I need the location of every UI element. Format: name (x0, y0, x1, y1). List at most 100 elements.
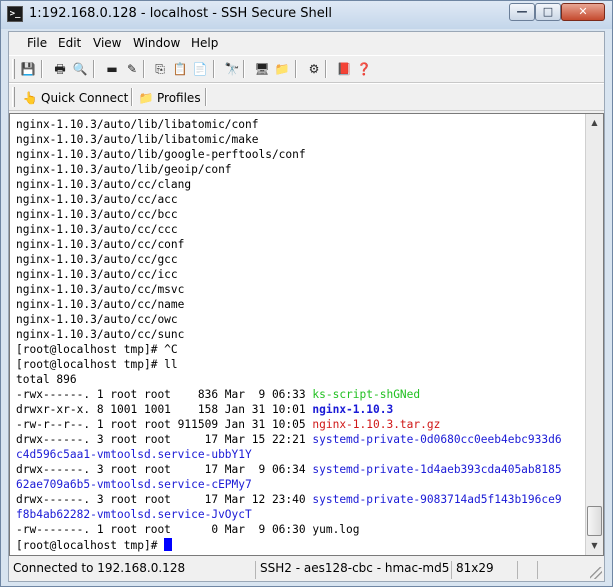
terminal-text: nginx-1.10.3/auto/lib/geoip/conf (16, 163, 232, 176)
new-connection-icon[interactable]: ✎ (123, 60, 141, 78)
toolbar-separator (213, 60, 215, 78)
save-icon[interactable]: 💾 (19, 60, 37, 78)
terminal-text: drwx------. 3 root root 17 Mar 12 23:40 (16, 493, 313, 506)
paste-alt-icon[interactable]: 📄 (191, 60, 209, 78)
toolbar-separator (325, 60, 327, 78)
close-button[interactable]: ✕ (561, 3, 605, 21)
terminal-size-status: 81x29 (451, 561, 517, 579)
terminal-text: nginx-1.10.3/auto/cc/icc (16, 268, 178, 281)
toolbar-separator (41, 60, 43, 78)
find-icon[interactable]: 🔭 (223, 60, 241, 78)
terminal-line: drwx------. 3 root root 17 Mar 15 22:21 … (16, 433, 562, 448)
terminal-line: -rw-r--r--. 1 root root 911509 Jan 31 10… (16, 418, 562, 433)
paste-icon[interactable]: 📋 (171, 60, 189, 78)
resize-grip-icon[interactable] (590, 567, 602, 579)
status-panel-empty-2 (537, 561, 555, 579)
profiles-book-icon[interactable]: 📕 (335, 60, 353, 78)
terminal-text: nginx-1.10.3/auto/cc/gcc (16, 253, 178, 266)
terminal-line: -rw-------. 1 root root 0 Mar 9 06:30 yu… (16, 523, 562, 538)
terminal-text: nginx-1.10.3/auto/cc/acc (16, 193, 178, 206)
terminal-line: nginx-1.10.3/auto/cc/gcc (16, 253, 562, 268)
quickbar-grip[interactable] (12, 87, 15, 107)
terminal-line: nginx-1.10.3/auto/lib/geoip/conf (16, 163, 562, 178)
terminal-line: nginx-1.10.3/auto/cc/bcc (16, 208, 562, 223)
terminal-line: nginx-1.10.3/auto/cc/conf (16, 238, 562, 253)
terminal-line: drwx------. 3 root root 17 Mar 9 06:34 s… (16, 463, 562, 478)
terminal-text: drwx------. 3 root root 17 Mar 9 06:34 (16, 463, 313, 476)
terminal-text: nginx-1.10.3/auto/cc/owc (16, 313, 178, 326)
scroll-thumb[interactable] (587, 506, 602, 536)
terminal-line: nginx-1.10.3/auto/lib/google-perftools/c… (16, 148, 562, 163)
terminal-text: [root@localhost tmp]# (16, 539, 165, 552)
folder-icon: 📁 (138, 91, 154, 105)
quickbar-separator-end (205, 88, 207, 106)
ssh-app-icon: >_ (7, 6, 23, 22)
scroll-up-button[interactable]: ▲ (587, 115, 602, 131)
terminal-text: -rwx------. 1 root root 836 Mar 9 06:33 (16, 388, 313, 401)
status-bar: Connected to 192.168.0.128 SSH2 - aes128… (9, 559, 604, 581)
terminal-text: [root@localhost tmp]# ^C (16, 343, 178, 356)
vertical-scrollbar[interactable]: ▲ ▼ (585, 114, 603, 555)
title-bar[interactable]: >_ 1:192.168.0.128 - localhost - SSH Sec… (1, 1, 612, 29)
menu-view[interactable]: View (93, 36, 121, 50)
terminal-line: nginx-1.10.3/auto/cc/ccc (16, 223, 562, 238)
connection-status: Connected to 192.168.0.128 (13, 561, 186, 575)
terminal-text: systemd-private-0d0680cc0eeb4ebc933d6 (312, 433, 562, 446)
terminal-text: c4d596c5aa1-vmtoolsd.service-ubbY1Y (16, 448, 252, 461)
settings-icon[interactable]: ⚙ (305, 60, 323, 78)
quick-connect-icon: 👆 (22, 91, 38, 105)
profiles-button[interactable]: 📁 Profiles (135, 87, 201, 109)
toolbar-grip[interactable] (12, 59, 15, 79)
terminal-text: -rw-------. 1 root root 0 Mar 9 06:30 yu… (16, 523, 360, 536)
terminal-line: total 896 (16, 373, 562, 388)
toolbar-separator (243, 60, 245, 78)
window-title: 1:192.168.0.128 - localhost - SSH Secure… (29, 6, 332, 21)
quick-connect-label: Quick Connect (41, 91, 129, 105)
terminal-text: nginx-1.10.3/auto/cc/clang (16, 178, 192, 191)
terminal-line: 62ae709a6b5-vmtoolsd.service-cEPMy7 (16, 478, 562, 493)
menu-help[interactable]: Help (191, 36, 218, 50)
terminal-output[interactable]: nginx-1.10.3/auto/lib/libatomic/conf ngin… (10, 114, 585, 555)
help-icon[interactable]: ❓ (355, 60, 373, 78)
terminal-text: drwx------. 3 root root 17 Mar 15 22:21 (16, 433, 313, 446)
terminal-text: -rw-r--r--. 1 root root 911509 Jan 31 10… (16, 418, 313, 431)
terminal-cursor (164, 538, 173, 551)
print-preview-icon[interactable]: 🔍 (71, 60, 89, 78)
copy-icon[interactable]: ⎘ (151, 60, 169, 78)
scroll-down-button[interactable]: ▼ (587, 538, 602, 554)
terminal-frame: nginx-1.10.3/auto/lib/libatomic/conf ngin… (9, 113, 604, 556)
file-transfer-icon[interactable]: 📁 (273, 60, 291, 78)
terminal-line: [root@localhost tmp]# ll (16, 358, 562, 373)
menu-bar: File Edit View Window Help (9, 32, 604, 54)
client-area: File Edit View Window Help 💾 🖶 🔍 ▬ ✎ ⎘ 📋 📄 🔭 🖥 📁 ⚙ 📕… (8, 31, 605, 582)
terminal-line: [root@localhost tmp]# ^C (16, 343, 562, 358)
terminal-text: nginx-1.10.3/auto/lib/libatomic/conf (16, 118, 259, 131)
terminal-line: nginx-1.10.3/auto/cc/name (16, 298, 562, 313)
minimize-button[interactable]: — (509, 3, 535, 21)
toolbar-separator (93, 60, 95, 78)
terminal-text: nginx-1.10.3/auto/cc/ccc (16, 223, 178, 236)
maximize-button[interactable]: □ (535, 3, 561, 21)
terminal-text: total 896 (16, 373, 77, 386)
terminal-text: nginx-1.10.3/auto/cc/bcc (16, 208, 178, 221)
menu-window[interactable]: Window (133, 36, 180, 50)
toolbar-separator (295, 60, 297, 78)
terminal-text: systemd-private-1d4aeb393cda405ab8185 (312, 463, 562, 476)
new-terminal-icon[interactable]: 🖥 (253, 60, 271, 78)
quick-connect-button[interactable]: 👆 Quick Connect (19, 87, 129, 109)
terminal-line: nginx-1.10.3/auto/cc/owc (16, 313, 562, 328)
menu-file[interactable]: File (27, 36, 47, 50)
cipher-status: SSH2 - aes128-cbc - hmac-md5 (255, 561, 451, 579)
print-icon[interactable]: 🖶 (51, 60, 69, 78)
menu-edit[interactable]: Edit (58, 36, 81, 50)
terminal-line: drwxr-xr-x. 8 1001 1001 158 Jan 31 10:01… (16, 403, 562, 418)
disconnect-icon[interactable]: ▬ (103, 60, 121, 78)
terminal-text: [root@localhost tmp]# ll (16, 358, 178, 371)
ssh-client-window: >_ 1:192.168.0.128 - localhost - SSH Sec… (0, 0, 613, 587)
terminal-text: nginx-1.10.3/auto/cc/msvc (16, 283, 185, 296)
terminal-line: c4d596c5aa1-vmtoolsd.service-ubbY1Y (16, 448, 562, 463)
terminal-text: 62ae709a6b5-vmtoolsd.service-cEPMy7 (16, 478, 252, 491)
terminal-line: nginx-1.10.3/auto/cc/clang (16, 178, 562, 193)
terminal-text: nginx-1.10.3 (312, 403, 394, 416)
quick-toolbar: 👆 Quick Connect 📁 Profiles (9, 83, 604, 111)
